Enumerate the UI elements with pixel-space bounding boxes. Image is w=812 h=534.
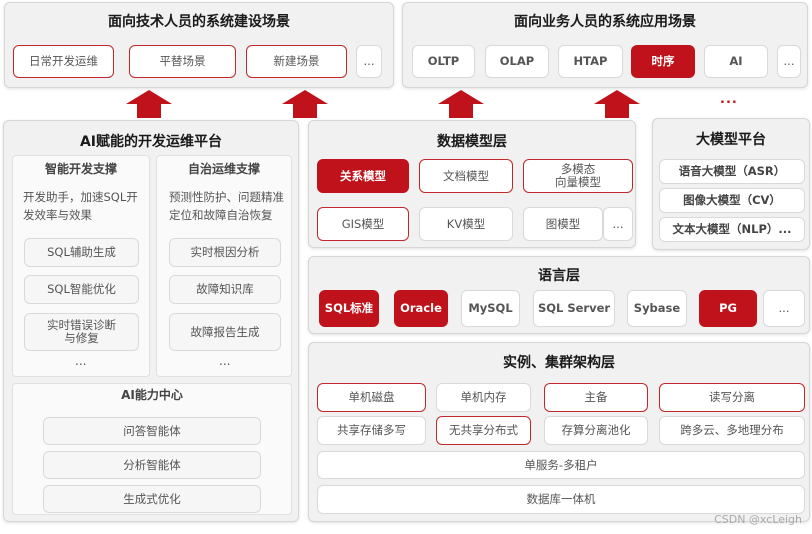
speech-llm-item[interactable]: 语音大模型（ASR） bbox=[659, 159, 805, 184]
read-write-split-item[interactable]: 读写分离 bbox=[659, 383, 805, 412]
shared-nothing-item[interactable]: 无共享分布式 bbox=[436, 416, 531, 445]
vector-model-item[interactable]: 多模态 向量模型 bbox=[523, 159, 633, 193]
business-scenarios-title: 面向业务人员的系统应用场景 bbox=[514, 14, 696, 30]
pg-item[interactable]: PG bbox=[699, 290, 757, 327]
dev-support-title: 智能开发支撑 bbox=[44, 162, 117, 176]
tech-scenarios-panel: 面向技术人员的系统建设场景 日常开发运维 平替场景 新建场景 ... bbox=[4, 2, 394, 88]
dev-more: ... bbox=[75, 354, 87, 368]
multi-cloud-item[interactable]: 跨多云、多地理分布 bbox=[659, 416, 805, 445]
llm-platform-title: 大模型平台 bbox=[696, 132, 766, 148]
language-layer-panel: 语言层 SQL标准 Oracle MySQL SQL Server Sybase… bbox=[308, 256, 810, 334]
vision-llm-item[interactable]: 图像大模型（CV） bbox=[659, 188, 805, 213]
shared-storage-item[interactable]: 共享存储多写 bbox=[317, 416, 426, 445]
root-cause-analysis-item[interactable]: 实时根因分析 bbox=[169, 238, 281, 267]
up-arrow-icon bbox=[438, 90, 484, 118]
scenario-more-right[interactable]: ... bbox=[777, 45, 801, 78]
tech-scenarios-title: 面向技术人员的系统建设场景 bbox=[108, 14, 290, 30]
text-llm-item[interactable]: 文本大模型（NLP）... bbox=[659, 217, 805, 242]
scenario-more[interactable]: ... bbox=[356, 45, 382, 78]
document-model-item[interactable]: 文档模型 bbox=[419, 159, 513, 193]
ai-platform-panel: AI赋能的开发运维平台 智能开发支撑 开发助手，加速SQL开发效率与效果 SQL… bbox=[3, 120, 299, 522]
up-arrow-icon bbox=[126, 90, 172, 118]
graph-model-item[interactable]: 图模型 bbox=[523, 207, 603, 241]
language-layer-title: 语言层 bbox=[538, 268, 580, 284]
up-arrow-icon bbox=[282, 90, 328, 118]
scenario-daily-ops[interactable]: 日常开发运维 bbox=[13, 45, 114, 78]
ops-more: ... bbox=[219, 354, 231, 368]
llm-platform-panel: 大模型平台 语音大模型（ASR） 图像大模型（CV） 文本大模型（NLP）... bbox=[652, 118, 810, 250]
scenario-htap[interactable]: HTAP bbox=[558, 45, 623, 78]
qa-agent-item[interactable]: 问答智能体 bbox=[43, 417, 261, 445]
scenario-oltp[interactable]: OLTP bbox=[412, 45, 475, 78]
single-service-multi-tenant-item[interactable]: 单服务-多租户 bbox=[317, 451, 805, 479]
business-scenarios-panel: 面向业务人员的系统应用场景 OLTP OLAP HTAP 时序 AI ... bbox=[402, 2, 808, 88]
dev-support-section: 智能开发支撑 开发助手，加速SQL开发效率与效果 SQL辅助生成 SQL智能优化… bbox=[12, 155, 150, 377]
instance-cluster-title: 实例、集群架构层 bbox=[503, 355, 615, 371]
relational-model-item[interactable]: 关系模型 bbox=[317, 159, 409, 193]
compute-storage-separation-item[interactable]: 存算分离池化 bbox=[544, 416, 648, 445]
scenario-new-build[interactable]: 新建场景 bbox=[246, 45, 347, 78]
sql-generation-item[interactable]: SQL辅助生成 bbox=[24, 238, 139, 267]
sql-optimization-item[interactable]: SQL智能优化 bbox=[24, 275, 139, 304]
scenario-ai[interactable]: AI bbox=[704, 45, 768, 78]
scenario-timeseries[interactable]: 时序 bbox=[631, 45, 695, 78]
ai-center-section: AI能力中心 问答智能体 分析智能体 生成式优化 bbox=[12, 383, 292, 515]
language-more[interactable]: ... bbox=[763, 290, 805, 327]
watermark: CSDN @xcLeigh bbox=[714, 513, 802, 526]
ai-platform-title: AI赋能的开发运维平台 bbox=[79, 134, 223, 150]
sql-standard-item[interactable]: SQL标准 bbox=[319, 290, 379, 327]
fault-report-item[interactable]: 故障报告生成 bbox=[169, 313, 281, 351]
single-memory-item[interactable]: 单机内存 bbox=[436, 383, 531, 412]
ops-support-title: 自治运维支撑 bbox=[187, 162, 260, 176]
ai-center-title: AI能力中心 bbox=[121, 388, 183, 402]
generative-optimization-item[interactable]: 生成式优化 bbox=[43, 485, 261, 513]
analysis-agent-item[interactable]: 分析智能体 bbox=[43, 451, 261, 479]
kv-model-item[interactable]: KV模型 bbox=[419, 207, 513, 241]
ops-support-section: 自治运维支撑 预测性防护、问题精准定位和故障自治恢复 实时根因分析 故障知识库 … bbox=[156, 155, 292, 377]
primary-standby-item[interactable]: 主备 bbox=[544, 383, 648, 412]
fault-knowledge-base-item[interactable]: 故障知识库 bbox=[169, 275, 281, 304]
gis-model-item[interactable]: GIS模型 bbox=[317, 207, 409, 241]
data-model-more[interactable]: ... bbox=[603, 207, 633, 241]
error-diagnosis-item[interactable]: 实时错误诊断 与修复 bbox=[24, 313, 139, 351]
ops-support-desc: 预测性防护、问题精准定位和故障自治恢复 bbox=[169, 190, 284, 222]
oracle-item[interactable]: Oracle bbox=[394, 290, 448, 327]
mysql-item[interactable]: MySQL bbox=[461, 290, 520, 327]
instance-cluster-panel: 实例、集群架构层 单机磁盘 单机内存 主备 读写分离 共享存储多写 无共享分布式… bbox=[308, 342, 810, 522]
sybase-item[interactable]: Sybase bbox=[627, 290, 687, 327]
data-model-panel: 数据模型层 关系模型 文档模型 多模态 向量模型 GIS模型 KV模型 图模型 … bbox=[308, 120, 636, 248]
data-model-title: 数据模型层 bbox=[437, 134, 507, 150]
scenario-olap[interactable]: OLAP bbox=[485, 45, 549, 78]
database-appliance-item[interactable]: 数据库一体机 bbox=[317, 485, 805, 514]
single-disk-item[interactable]: 单机磁盘 bbox=[317, 383, 426, 412]
sql-server-item[interactable]: SQL Server bbox=[533, 290, 615, 327]
scenario-replacement[interactable]: 平替场景 bbox=[129, 45, 236, 78]
up-arrow-icon bbox=[594, 90, 640, 118]
dev-support-desc: 开发助手，加速SQL开发效率与效果 bbox=[23, 190, 138, 222]
more-indicator: ... bbox=[720, 92, 738, 107]
